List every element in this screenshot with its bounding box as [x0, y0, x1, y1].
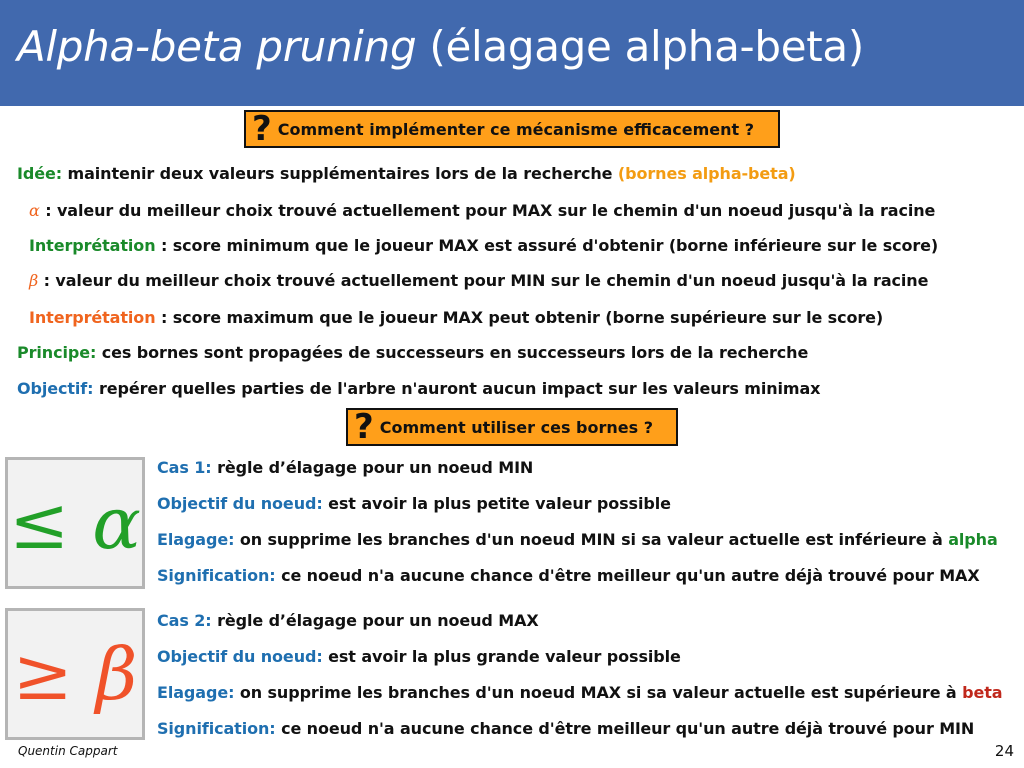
cas1-elagage-text: on supprime les branches d'un noeud MIN …	[239, 530, 943, 549]
geq-beta-symbol-box: ≥ β	[5, 608, 145, 740]
principe-label: Principe:	[17, 343, 97, 362]
alpha-symbol: α	[29, 201, 40, 220]
cas1-elagage-highlight: alpha	[948, 530, 998, 549]
slide-title-normal: (élagage alpha-beta)	[429, 22, 864, 71]
cas2-signification-text: ce noeud n'a aucune chance d'être meille…	[281, 719, 975, 738]
cas2-signification-label: Signification:	[157, 719, 276, 738]
beta-interpretation-text: : score maximum que le joueur MAX peut o…	[160, 308, 884, 327]
objectif-text: repérer quelles parties de l'arbre n'aur…	[98, 379, 821, 398]
alpha-definition: α : valeur du meilleur choix trouvé actu…	[29, 201, 935, 220]
alpha-interpretation: Interprétation : score minimum que le jo…	[29, 236, 938, 255]
cas2-elagage-label: Elagage:	[157, 683, 235, 702]
cas2-elagage-line: Elagage: on supprime les branches d'un n…	[157, 683, 1003, 702]
cas2-text: règle d’élagage pour un noeud MAX	[217, 611, 539, 630]
cas1-objectif-line: Objectif du noeud: est avoir la plus pet…	[157, 494, 671, 513]
slide-title: Alpha-beta pruning (élagage alpha-beta)	[17, 22, 864, 71]
page-number: 24	[994, 742, 1014, 760]
question-mark-icon: ?	[252, 109, 272, 149]
cas1-objectif-text: est avoir la plus petite valeur possible	[328, 494, 671, 513]
cas1-signification-label: Signification:	[157, 566, 276, 585]
cas1-elagage-label: Elagage:	[157, 530, 235, 549]
cas1-signification-line: Signification: ce noeud n'a aucune chanc…	[157, 566, 980, 585]
question-box-bounds: ? Comment utiliser ces bornes ?	[346, 408, 678, 446]
cas2-objectif-text: est avoir la plus grande valeur possible	[328, 647, 681, 666]
geq-beta-symbol: ≥ β	[12, 632, 138, 716]
idee-label: Idée:	[17, 164, 63, 183]
objectif-line: Objectif: repérer quelles parties de l'a…	[17, 379, 821, 398]
alpha-interpretation-label: Interprétation	[29, 236, 156, 255]
principe-text: ces bornes sont propagées de successeurs…	[101, 343, 809, 362]
principe-line: Principe: ces bornes sont propagées de s…	[17, 343, 808, 362]
beta-definition: β : valeur du meilleur choix trouvé actu…	[29, 271, 928, 290]
footer-author: Quentin Cappart	[18, 744, 118, 758]
leq-alpha-symbol-box: ≤ α	[5, 457, 145, 589]
alpha-interpretation-text: : score minimum que le joueur MAX est as…	[160, 236, 939, 255]
cas1-elagage-line: Elagage: on supprime les branches d'un n…	[157, 530, 998, 549]
question-mark-icon: ?	[354, 407, 374, 447]
cas1-label: Cas 1:	[157, 458, 212, 477]
question-text: Comment utiliser ces bornes ?	[379, 417, 653, 437]
slide-title-italic: Alpha-beta pruning	[17, 22, 417, 71]
cas2-objectif-line: Objectif du noeud: est avoir la plus gra…	[157, 647, 681, 666]
idee-text: maintenir deux valeurs supplémentaires l…	[67, 164, 613, 183]
beta-interpretation: Interprétation : score maximum que le jo…	[29, 308, 883, 327]
cas2-label: Cas 2:	[157, 611, 212, 630]
beta-definition-text: : valeur du meilleur choix trouvé actuel…	[43, 271, 929, 290]
idee-highlight: (bornes alpha-beta)	[617, 164, 796, 183]
objectif-label: Objectif:	[17, 379, 94, 398]
question-text: Comment implémenter ce mécanisme efficac…	[277, 119, 755, 139]
cas2-elagage-text: on supprime les branches d'un noeud MAX …	[239, 683, 957, 702]
cas2-objectif-label: Objectif du noeud:	[157, 647, 323, 666]
beta-symbol: β	[29, 271, 39, 290]
cas2-line: Cas 2: règle d’élagage pour un noeud MAX	[157, 611, 539, 630]
cas1-objectif-label: Objectif du noeud:	[157, 494, 323, 513]
cas1-line: Cas 1: règle d’élagage pour un noeud MIN	[157, 458, 533, 477]
leq-alpha-symbol: ≤ α	[9, 481, 141, 565]
question-box-implementation: ? Comment implémenter ce mécanisme effic…	[244, 110, 780, 148]
idee-line: Idée: maintenir deux valeurs supplémenta…	[17, 164, 796, 183]
title-bar: Alpha-beta pruning (élagage alpha-beta)	[0, 0, 1024, 106]
cas1-text: règle d’élagage pour un noeud MIN	[217, 458, 534, 477]
cas2-signification-line: Signification: ce noeud n'a aucune chanc…	[157, 719, 974, 738]
beta-interpretation-label: Interprétation	[29, 308, 156, 327]
cas2-elagage-highlight: beta	[962, 683, 1003, 702]
alpha-definition-text: : valeur du meilleur choix trouvé actuel…	[45, 201, 936, 220]
cas1-signification-text: ce noeud n'a aucune chance d'être meille…	[281, 566, 980, 585]
